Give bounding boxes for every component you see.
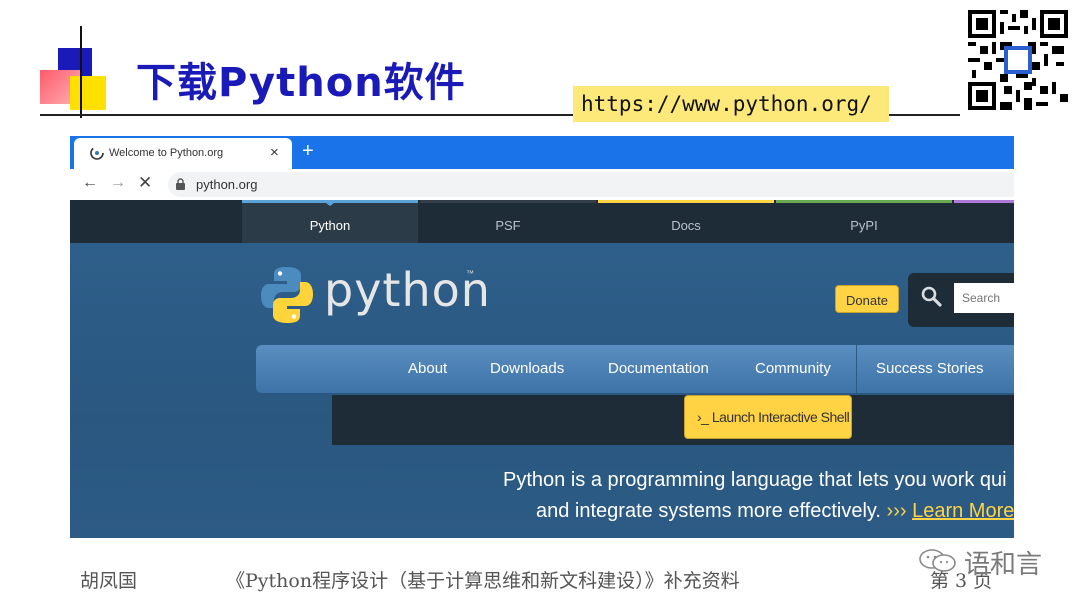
back-arrow-icon[interactable]: ←	[82, 174, 98, 192]
intro-text-line2: and integrate systems more effectively. …	[536, 500, 1014, 523]
donate-button[interactable]: Donate	[835, 285, 899, 313]
nav-about[interactable]: About	[408, 360, 447, 377]
wechat-watermark: 语和言	[918, 540, 1048, 580]
wechat-account-name: 语和言	[964, 550, 1043, 580]
wechat-icon	[919, 549, 956, 572]
site-header: python ™ Donate About Downloads Document…	[70, 243, 1014, 538]
python-favicon-icon	[90, 146, 104, 160]
intro-text-line2-main: and integrate systems more effectively.	[536, 500, 881, 522]
lock-icon	[176, 178, 185, 190]
search-container	[908, 273, 1014, 327]
intro-text-line1: Python is a programming language that le…	[503, 469, 1007, 491]
qr-code-icon	[968, 10, 1068, 110]
top-nav-pypi[interactable]: PyPI	[776, 200, 952, 243]
search-input[interactable]	[954, 283, 1014, 313]
url-badge: https://www.python.org/	[573, 86, 889, 122]
site-top-nav: Python PSF Docs PyPI	[70, 200, 1014, 243]
nav-separator	[856, 345, 857, 393]
learn-more-link[interactable]: Learn More	[912, 500, 1014, 522]
address-url: python.org	[196, 177, 258, 192]
new-tab-button[interactable]: +	[302, 140, 314, 163]
tab-title: Welcome to Python.org	[109, 147, 224, 159]
search-icon[interactable]	[920, 285, 942, 307]
decor-yellow-square	[70, 76, 106, 110]
browser-toolbar: ← → ✕ python.org	[70, 169, 1014, 200]
footer-author: 胡凤国	[80, 570, 138, 592]
nav-documentation[interactable]: Documentation	[608, 360, 709, 377]
trademark-symbol: ™	[466, 269, 474, 278]
tab-close-icon[interactable]: ×	[270, 144, 279, 161]
learn-more-arrows-icon: ›››	[886, 500, 907, 522]
address-bar[interactable]: python.org	[168, 172, 1014, 197]
nav-success-stories[interactable]: Success Stories	[876, 360, 984, 377]
main-nav: About Downloads Documentation Community …	[256, 345, 1014, 393]
browser-tab[interactable]: Welcome to Python.org ×	[74, 138, 292, 169]
nav-downloads[interactable]: Downloads	[490, 360, 564, 377]
active-tab-indicator	[322, 200, 338, 206]
browser-screenshot: Welcome to Python.org × + ← → ✕ python.o…	[70, 136, 1014, 538]
launch-shell-button[interactable]: ›_ Launch Interactive Shell	[684, 395, 852, 439]
decor-vertical-line	[80, 26, 82, 118]
forward-arrow-icon[interactable]: →	[110, 174, 126, 192]
footer-book-title: 《Python程序设计（基于计算思维和新文科建设）》补充资料	[226, 570, 740, 592]
stop-loading-icon[interactable]: ✕	[138, 173, 152, 193]
shell-panel	[332, 395, 1014, 445]
top-nav-python[interactable]: Python	[242, 200, 418, 243]
nav-community[interactable]: Community	[755, 360, 831, 377]
tab-bar: Welcome to Python.org × +	[70, 136, 1014, 169]
top-nav-more[interactable]	[954, 200, 1014, 243]
top-nav-psf[interactable]: PSF	[420, 200, 596, 243]
slide-title: 下载Python软件	[136, 60, 466, 106]
top-nav-docs[interactable]: Docs	[598, 200, 774, 243]
python-logo-icon[interactable]	[260, 265, 314, 325]
